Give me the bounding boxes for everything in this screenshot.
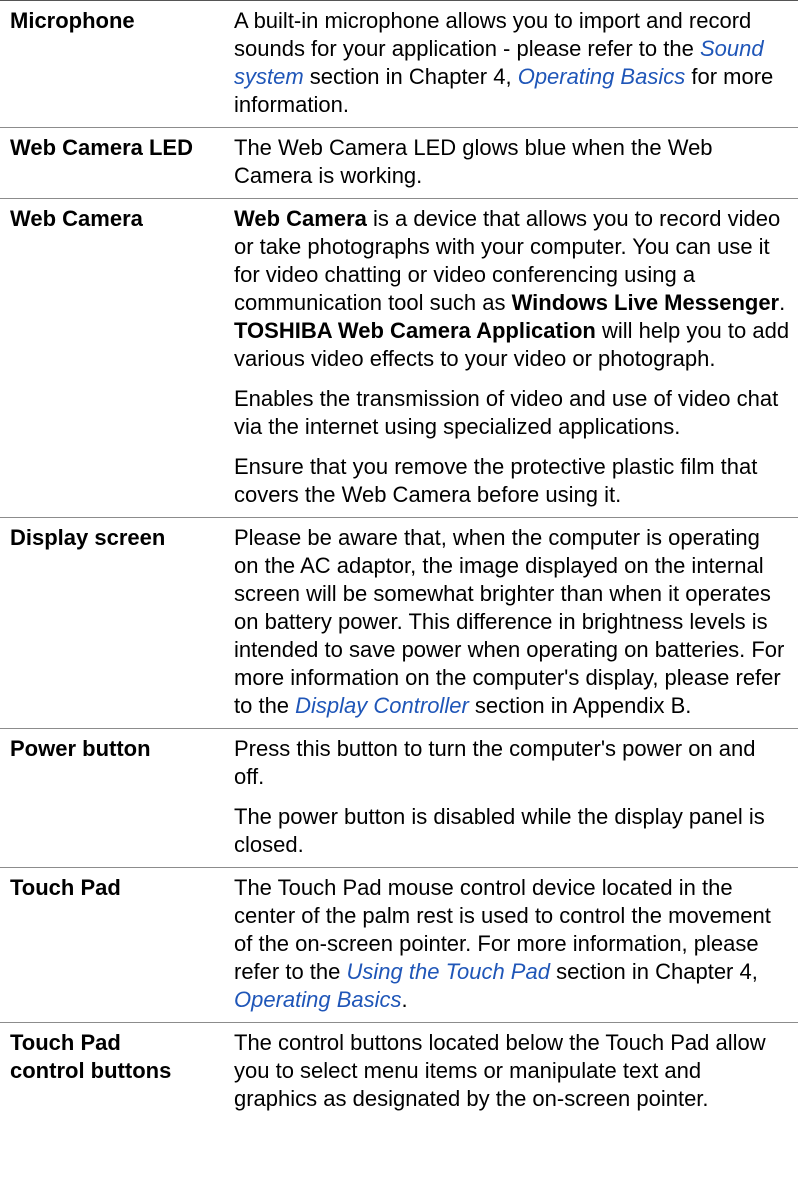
description-paragraph: A built-in microphone allows you to impo… — [234, 7, 790, 119]
display-controller-link[interactable]: Display Controller — [295, 693, 469, 718]
operating-basics-link[interactable]: Operating Basics — [518, 64, 686, 89]
using-touch-pad-link[interactable]: Using the Touch Pad — [347, 959, 550, 984]
row-description: A built-in microphone allows you to impo… — [210, 1, 798, 128]
table-row: Display screen Please be aware that, whe… — [0, 517, 798, 729]
row-term: Microphone — [10, 8, 135, 33]
description-paragraph: Press this button to turn the computer's… — [234, 736, 756, 789]
row-description: Web Camera is a device that allows you t… — [210, 199, 798, 518]
description-paragraph: Please be aware that, when the computer … — [234, 524, 790, 720]
description-paragraph: Ensure that you remove the protective pl… — [234, 454, 758, 507]
operating-basics-link[interactable]: Operating Basics — [234, 987, 402, 1012]
text-run: section in Chapter 4, — [549, 959, 758, 984]
row-term: Touch Pad control buttons — [10, 1030, 172, 1083]
bold-term: TOSHIBA Web Camera Application — [234, 318, 596, 343]
description-paragraph: The control buttons located below the To… — [234, 1030, 766, 1111]
document-page: Microphone A built-in microphone allows … — [0, 0, 798, 1184]
text-run: A built-in microphone allows you to impo… — [234, 8, 752, 61]
table-row: Touch Pad control buttons The control bu… — [0, 1022, 798, 1122]
row-description: Press this button to turn the computer's… — [210, 729, 798, 868]
row-term: Touch Pad — [10, 875, 121, 900]
row-term: Web Camera — [10, 206, 143, 231]
text-run: . — [401, 987, 408, 1012]
row-term: Power button — [10, 736, 151, 761]
text-run: . — [779, 290, 786, 315]
row-term: Web Camera LED — [10, 135, 193, 160]
table-row: Web Camera LED The Web Camera LED glows … — [0, 127, 798, 199]
row-description: Please be aware that, when the computer … — [210, 518, 798, 729]
description-paragraph: The Web Camera LED glows blue when the W… — [234, 135, 713, 188]
table-row: Power button Press this button to turn t… — [0, 728, 798, 868]
row-description: The Web Camera LED glows blue when the W… — [210, 128, 798, 199]
table-row: Microphone A built-in microphone allows … — [0, 0, 798, 128]
row-description: The control buttons located below the To… — [210, 1023, 798, 1122]
text-run: Please be aware that, when the computer … — [234, 525, 785, 718]
text-run: section in Chapter 4, — [303, 64, 518, 89]
bold-term: Web Camera — [234, 206, 367, 231]
description-paragraph: Web Camera is a device that allows you t… — [234, 205, 790, 373]
description-paragraph: Enables the transmission of video and us… — [234, 386, 779, 439]
bold-term: Windows Live Messenger — [511, 290, 780, 315]
table-row: Web Camera Web Camera is a device that a… — [0, 198, 798, 518]
description-paragraph: The power button is disabled while the d… — [234, 804, 765, 857]
row-description: The Touch Pad mouse control device locat… — [210, 868, 798, 1023]
spec-table: Microphone A built-in microphone allows … — [0, 0, 798, 1121]
table-row: Touch Pad The Touch Pad mouse control de… — [0, 867, 798, 1023]
row-term: Display screen — [10, 525, 166, 550]
description-paragraph: The Touch Pad mouse control device locat… — [234, 874, 790, 1014]
text-run: section in Appendix B. — [468, 693, 692, 718]
